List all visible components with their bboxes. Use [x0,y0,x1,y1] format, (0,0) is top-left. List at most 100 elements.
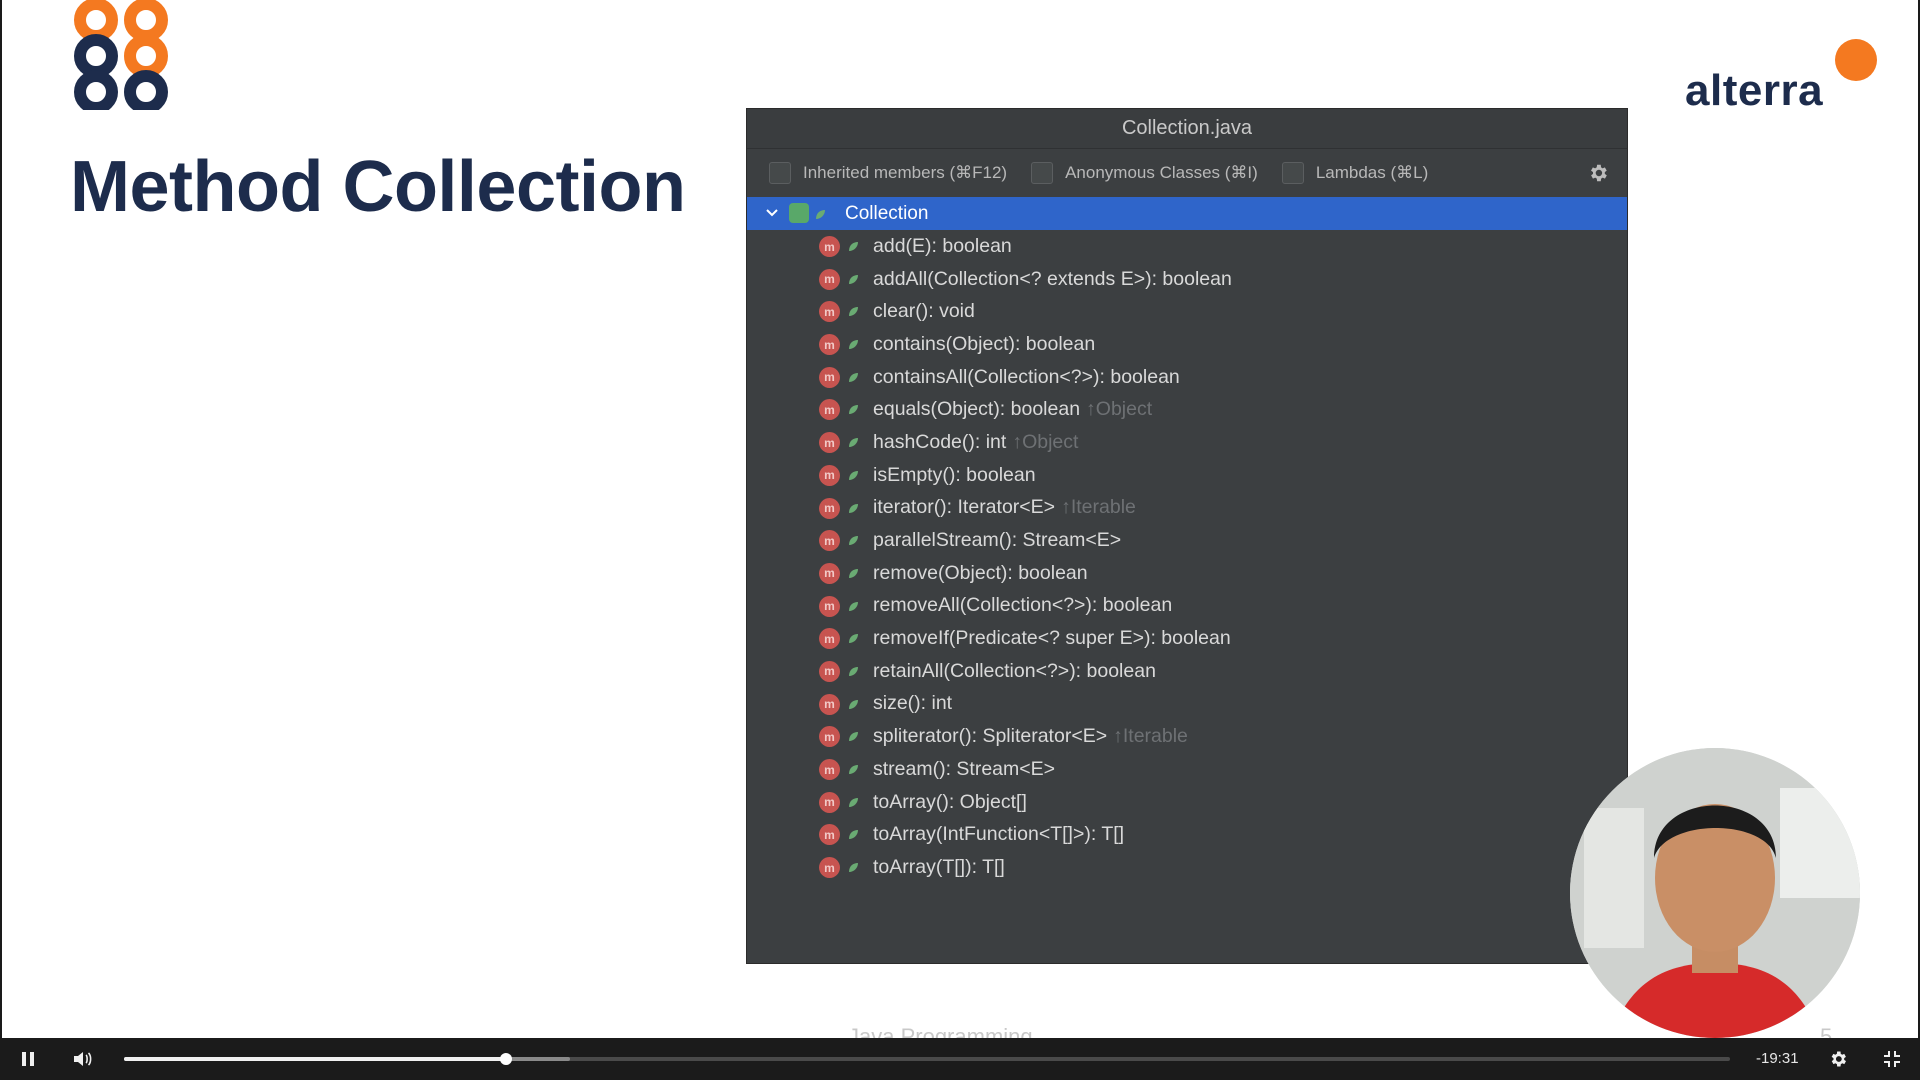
time-remaining: -19:31 [1756,1050,1799,1067]
member-origin: ↑Iterable [1061,496,1136,519]
public-visibility-icon [849,470,858,480]
method-icon: m [819,432,840,454]
lambdas-label: Lambdas (⌘L) [1315,163,1429,182]
public-visibility-icon [849,274,858,284]
page-number: 5 [1820,1024,1833,1038]
member-signature-text: toArray(IntFunction<T[]>): T[] [873,823,1125,846]
progress-scrubber[interactable] [500,1053,513,1065]
lambdas-option[interactable]: Lambdas (⌘L) [1281,162,1429,184]
member-row[interactable]: m containsAll(Collection<?>): boolean [747,361,1627,394]
member-row[interactable]: m toArray(T[]): T[] [747,851,1627,884]
member-row[interactable]: m hashCode(): int ↑Object [747,426,1627,459]
brand-dot [1835,39,1877,81]
public-visibility-icon [849,634,858,644]
member-row[interactable]: m toArray(): Object[] [747,786,1627,819]
inherited-members-option[interactable]: Inherited members (⌘F12) [769,162,1007,184]
member-signature: containsAll(Collection<?>): boolean [873,366,1186,389]
ide-window-title: Collection.java [1121,117,1253,139]
member-row[interactable]: m removeIf(Predicate<? super E>): boolean [747,622,1627,655]
method-icon: m [819,660,840,682]
public-visibility-icon [849,242,858,251]
public-visibility-icon [849,503,858,513]
pause-icon[interactable] [18,1049,38,1069]
member-row[interactable]: m parallelStream(): Stream<E> [747,524,1627,557]
member-signature-text: add(E): boolean [873,234,1012,257]
member-row[interactable]: m isEmpty(): boolean [747,459,1627,492]
tree-root-label: Collection [845,202,929,224]
method-icon: m [819,595,840,617]
method-icon: m [819,824,840,846]
member-signature-text: removeIf(Predicate<? super E>): boolean [873,627,1231,650]
member-signature-text: toArray(T[]): T[] [873,855,1005,878]
member-row[interactable]: m add(E): boolean [747,230,1627,263]
method-icon: m [819,562,840,584]
member-row[interactable]: m clear(): void [747,295,1627,328]
member-row[interactable]: m spliterator(): Spliterator<E> ↑Iterable [747,720,1627,753]
progress-played [124,1057,507,1061]
public-visibility-icon [849,536,858,546]
chevron-down-icon[interactable] [765,206,779,220]
method-icon: m [819,268,840,290]
video-controls: -19:31 [0,1038,1920,1080]
member-row[interactable]: m toArray(IntFunction<T[]>): T[] [747,818,1627,851]
member-signature: retainAll(Collection<?>): boolean [873,660,1162,683]
inherited-members-checkbox[interactable] [769,162,791,184]
public-visibility-icon [849,601,858,611]
member-signature-text: spliterator(): Spliterator<E> [873,725,1108,748]
member-row[interactable]: m iterator(): Iterator<E> ↑Iterable [747,492,1627,525]
member-signature-text: size(): int [873,692,953,715]
progress-bar[interactable] [124,1053,1730,1065]
member-row[interactable]: m retainAll(Collection<?>): boolean [747,655,1627,688]
slide-title: Method Collection [70,147,686,227]
member-signature: removeAll(Collection<?>): boolean [873,594,1178,617]
gear-icon[interactable] [1587,162,1609,184]
member-signature-text: toArray(): Object[] [873,790,1027,813]
member-row[interactable]: m remove(Object): boolean [747,557,1627,590]
lambdas-checkbox[interactable] [1281,162,1304,184]
public-visibility-icon [849,732,858,742]
member-signature: addAll(Collection<? extends E>): boolean [873,268,1238,291]
member-signature: equals(Object): boolean ↑Object [873,398,1152,421]
member-row[interactable]: m equals(Object): boolean ↑Object [747,393,1627,426]
member-signature-text: equals(Object): boolean [873,398,1081,421]
public-visibility-icon [849,405,858,415]
public-visibility-icon [849,372,858,382]
tree-root-collection[interactable]: Collection [747,197,1627,230]
member-signature-text: containsAll(Collection<?>): boolean [873,365,1180,388]
member-signature: clear(): void [873,300,981,323]
member-signature: stream(): Stream<E> [873,758,1061,781]
exit-fullscreen-icon[interactable] [1882,1049,1902,1069]
member-signature: toArray(T[]): T[] [873,856,1011,879]
member-signature: isEmpty(): boolean [873,464,1042,487]
member-list: m add(E): boolean m addAll(Collection<? ext… [747,230,1627,884]
method-icon: m [819,693,840,715]
visibility-icon [816,210,825,219]
member-row[interactable]: m size(): int [747,688,1627,721]
member-signature: parallelStream(): Stream<E> [873,529,1127,552]
method-icon: m [819,530,840,552]
member-row[interactable]: m stream(): Stream<E> [747,753,1627,786]
public-visibility-icon [849,863,858,873]
ide-titlebar: Collection.java [747,109,1627,149]
volume-icon[interactable] [72,1049,92,1069]
member-signature-text: addAll(Collection<? extends E>): boolean [873,267,1232,290]
inherited-members-label: Inherited members (⌘F12) [803,163,1008,182]
member-row[interactable]: m contains(Object): boolean [747,328,1627,361]
public-visibility-icon [849,438,858,448]
method-icon: m [819,366,840,388]
slide: Method Collection alterra Collection.jav… [2,0,1918,1038]
member-row[interactable]: m addAll(Collection<? extends E>): boolea… [747,263,1627,296]
member-signature-text: clear(): void [873,300,975,323]
ide-filter-toolbar: Inherited members (⌘F12) Anonymous Class… [747,149,1627,197]
member-signature: add(E): boolean [873,235,1018,258]
public-visibility-icon [849,797,858,807]
settings-gear-icon[interactable] [1828,1049,1848,1069]
member-row[interactable]: m removeAll(Collection<?>): boolean [747,590,1627,623]
method-icon: m [819,726,840,748]
anonymous-classes-checkbox[interactable] [1031,162,1054,184]
member-signature: toArray(IntFunction<T[]>): T[] [873,823,1130,846]
method-icon: m [819,399,840,421]
brand-logo: alterra [1682,36,1882,116]
anonymous-classes-option[interactable]: Anonymous Classes (⌘I) [1031,162,1258,184]
member-signature-text: retainAll(Collection<?>): boolean [873,659,1156,682]
